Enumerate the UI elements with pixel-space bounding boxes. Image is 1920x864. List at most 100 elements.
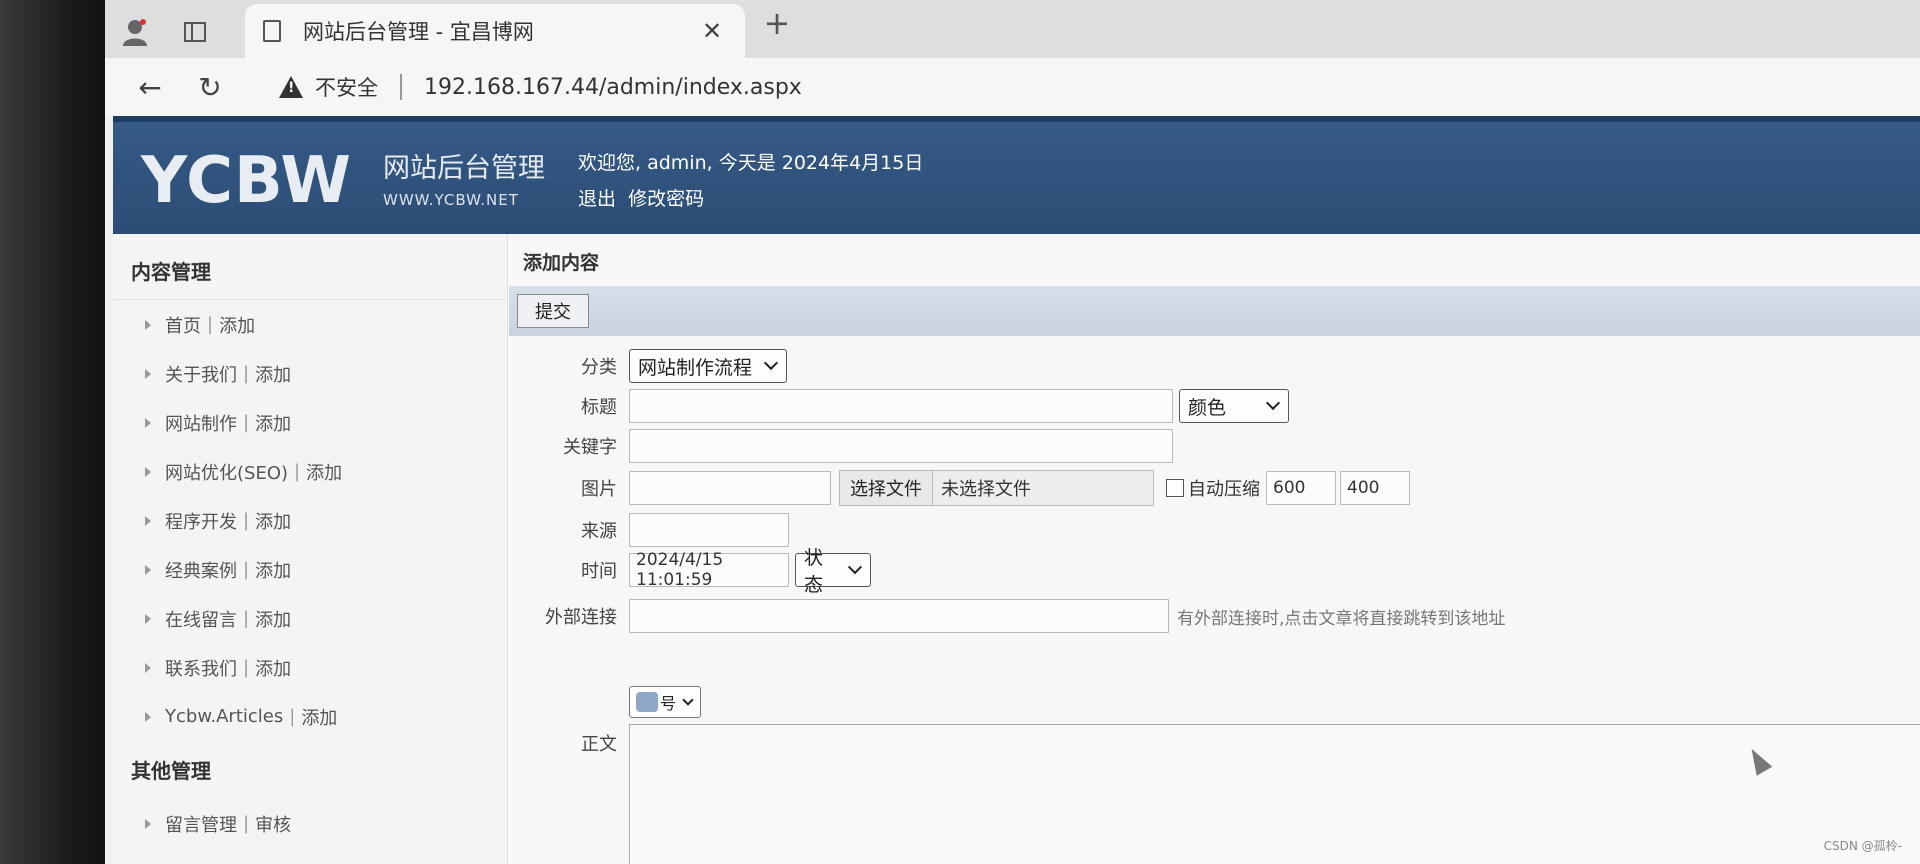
- source-input[interactable]: [629, 513, 789, 547]
- address-bar[interactable]: 不安全 192.168.167.44/admin/index.aspx: [255, 65, 1920, 109]
- row-title: 标题 颜色: [509, 386, 1289, 426]
- arrow-right-icon: [145, 564, 151, 575]
- monitor-bezel: [0, 0, 110, 864]
- sidebar-item-link[interactable]: 网站制作: [165, 410, 237, 436]
- page-title: 添加内容: [523, 252, 600, 274]
- status-select[interactable]: 状态: [795, 547, 871, 596]
- sidebar-item-add[interactable]: 添加: [255, 410, 291, 436]
- main-content: 添加内容 提交 分类 网站制作流程 标题 颜色 关键字 图片 选择文件 未选择文…: [509, 234, 1920, 864]
- row-category: 分类 网站制作流程: [509, 346, 787, 386]
- logo-subtitle: 网站后台管理 WWW.YCBW.NET: [383, 146, 545, 209]
- external-link-label: 外部连接: [545, 607, 617, 628]
- logo-cn-title: 网站后台管理: [383, 153, 545, 184]
- sidebar-item-add[interactable]: 添加: [255, 361, 291, 387]
- submit-button[interactable]: 提交: [517, 294, 589, 328]
- tab-strip: 网站后台管理 - 宜昌博网 ✕ +: [105, 0, 1920, 58]
- back-icon[interactable]: ←: [125, 62, 175, 112]
- sidebar-item-web-build: 网站制作 | 添加: [113, 398, 507, 447]
- sidebar-item-link[interactable]: 首页: [165, 312, 201, 338]
- body-editor[interactable]: [629, 724, 1920, 864]
- sidebar-item-seo: 网站优化(SEO) | 添加: [113, 447, 507, 496]
- chevron-down-icon: [682, 694, 694, 706]
- sidebar-heading-content: 内容管理: [113, 234, 507, 300]
- sidebar-item-add[interactable]: 添加: [219, 312, 255, 338]
- arrow-right-icon: [145, 417, 151, 428]
- arrow-right-icon: [145, 711, 151, 722]
- choose-file-button[interactable]: 选择文件: [840, 471, 933, 505]
- font-icon: [636, 692, 658, 712]
- source-label: 来源: [581, 521, 617, 542]
- file-chooser[interactable]: 选择文件 未选择文件: [839, 470, 1154, 506]
- admin-page: YCBW 网站后台管理 WWW.YCBW.NET 欢迎您, admin, 今天是…: [113, 116, 1920, 864]
- tab-actions-icon[interactable]: [175, 12, 215, 52]
- tab-active[interactable]: 网站后台管理 - 宜昌博网 ✕: [245, 4, 745, 58]
- time-input[interactable]: 2024/4/15 11:01:59: [629, 550, 789, 590]
- color-select[interactable]: 颜色: [1179, 389, 1289, 423]
- sidebar-item-about: 关于我们 | 添加: [113, 349, 507, 398]
- row-keyword: 关键字: [509, 426, 1173, 466]
- site-header: YCBW 网站后台管理 WWW.YCBW.NET 欢迎您, admin, 今天是…: [113, 116, 1920, 234]
- auto-compress-checkbox[interactable]: [1166, 479, 1184, 497]
- change-password-link[interactable]: 修改密码: [628, 188, 704, 210]
- row-source: 来源: [509, 510, 789, 550]
- body-label: 正文: [581, 734, 617, 755]
- chevron-down-icon: [848, 560, 863, 574]
- reload-icon[interactable]: ↻: [185, 62, 235, 112]
- arrow-right-icon: [145, 368, 151, 379]
- sidebar-item-home: 首页 | 添加: [113, 300, 507, 349]
- sidebar-item-link[interactable]: 关于我们: [165, 361, 237, 387]
- sidebar-item-link[interactable]: 留言管理: [165, 811, 237, 837]
- title-input[interactable]: [629, 389, 1173, 423]
- close-icon[interactable]: ✕: [697, 17, 727, 45]
- keyword-label: 关键字: [563, 437, 617, 458]
- no-file-text: 未选择文件: [941, 479, 1031, 500]
- sidebar-item-link[interactable]: 网站优化(SEO): [165, 459, 288, 485]
- arrow-right-icon: [145, 662, 151, 673]
- insecure-label[interactable]: 不安全: [315, 72, 378, 102]
- arrow-right-icon: [145, 515, 151, 526]
- sidebar-item-guestbook: 留言管理 | 审核: [113, 799, 507, 848]
- sidebar-item-message: 在线留言 | 添加: [113, 594, 507, 643]
- sidebar-item-articles: Ycbw.Articles | 添加: [113, 692, 507, 741]
- sidebar-item-link[interactable]: Ycbw.Articles: [165, 706, 283, 727]
- sidebar-item-add[interactable]: 添加: [255, 508, 291, 534]
- welcome-text: 欢迎您, admin, 今天是 2024年4月15日: [578, 152, 924, 174]
- profile-icon[interactable]: [115, 12, 155, 52]
- logout-link[interactable]: 退出: [578, 188, 616, 210]
- logo-url: WWW.YCBW.NET: [383, 191, 519, 209]
- image-path-input[interactable]: [629, 471, 831, 505]
- arrow-right-icon: [145, 319, 151, 330]
- form-toolbar: 提交: [509, 286, 1920, 336]
- sidebar-item-link[interactable]: 程序开发: [165, 508, 237, 534]
- page-icon: [263, 20, 281, 42]
- sidebar-heading-other: 其他管理: [131, 759, 211, 783]
- row-external-link: 外部连接 有外部连接时,点击文章将直接跳转到该地址: [509, 596, 1505, 636]
- sidebar: 内容管理 首页 | 添加 关于我们 | 添加 网站制作 | 添加 网站优化(SE…: [113, 234, 508, 864]
- sidebar-item-link[interactable]: 经典案例: [165, 557, 237, 583]
- sidebar-item-add[interactable]: 添加: [255, 606, 291, 632]
- sidebar-item-link[interactable]: 联系我们: [165, 655, 237, 681]
- chevron-down-icon: [1265, 395, 1281, 411]
- sidebar-item-review[interactable]: 审核: [255, 811, 291, 837]
- sidebar-item-link[interactable]: 在线留言: [165, 606, 237, 632]
- sidebar-item-add[interactable]: 添加: [255, 557, 291, 583]
- sidebar-item-add[interactable]: 添加: [255, 655, 291, 681]
- sidebar-item-contact: 联系我们 | 添加: [113, 643, 507, 692]
- height-input[interactable]: 400: [1340, 471, 1410, 505]
- image-label: 图片: [581, 479, 617, 500]
- new-tab-icon[interactable]: +: [757, 4, 797, 44]
- sidebar-item-add[interactable]: 添加: [306, 459, 342, 485]
- watermark: CSDN @孤柃-: [1823, 839, 1902, 853]
- width-input[interactable]: 600: [1266, 471, 1336, 505]
- category-label: 分类: [581, 357, 617, 378]
- warning-icon[interactable]: [279, 76, 303, 98]
- browser-window: 网站后台管理 - 宜昌博网 ✕ + ← ↻ 不安全 192.168.167.44…: [105, 0, 1920, 864]
- keyword-input[interactable]: [629, 429, 1173, 463]
- url-text[interactable]: 192.168.167.44/admin/index.aspx: [424, 75, 802, 100]
- header-links: 退出 修改密码: [578, 184, 710, 211]
- external-link-input[interactable]: [629, 599, 1169, 633]
- category-select[interactable]: 网站制作流程: [629, 349, 787, 383]
- sidebar-item-add[interactable]: 添加: [301, 704, 337, 730]
- external-link-hint: 有外部连接时,点击文章将直接跳转到该地址: [1177, 608, 1506, 629]
- font-size-select[interactable]: 号: [629, 686, 701, 718]
